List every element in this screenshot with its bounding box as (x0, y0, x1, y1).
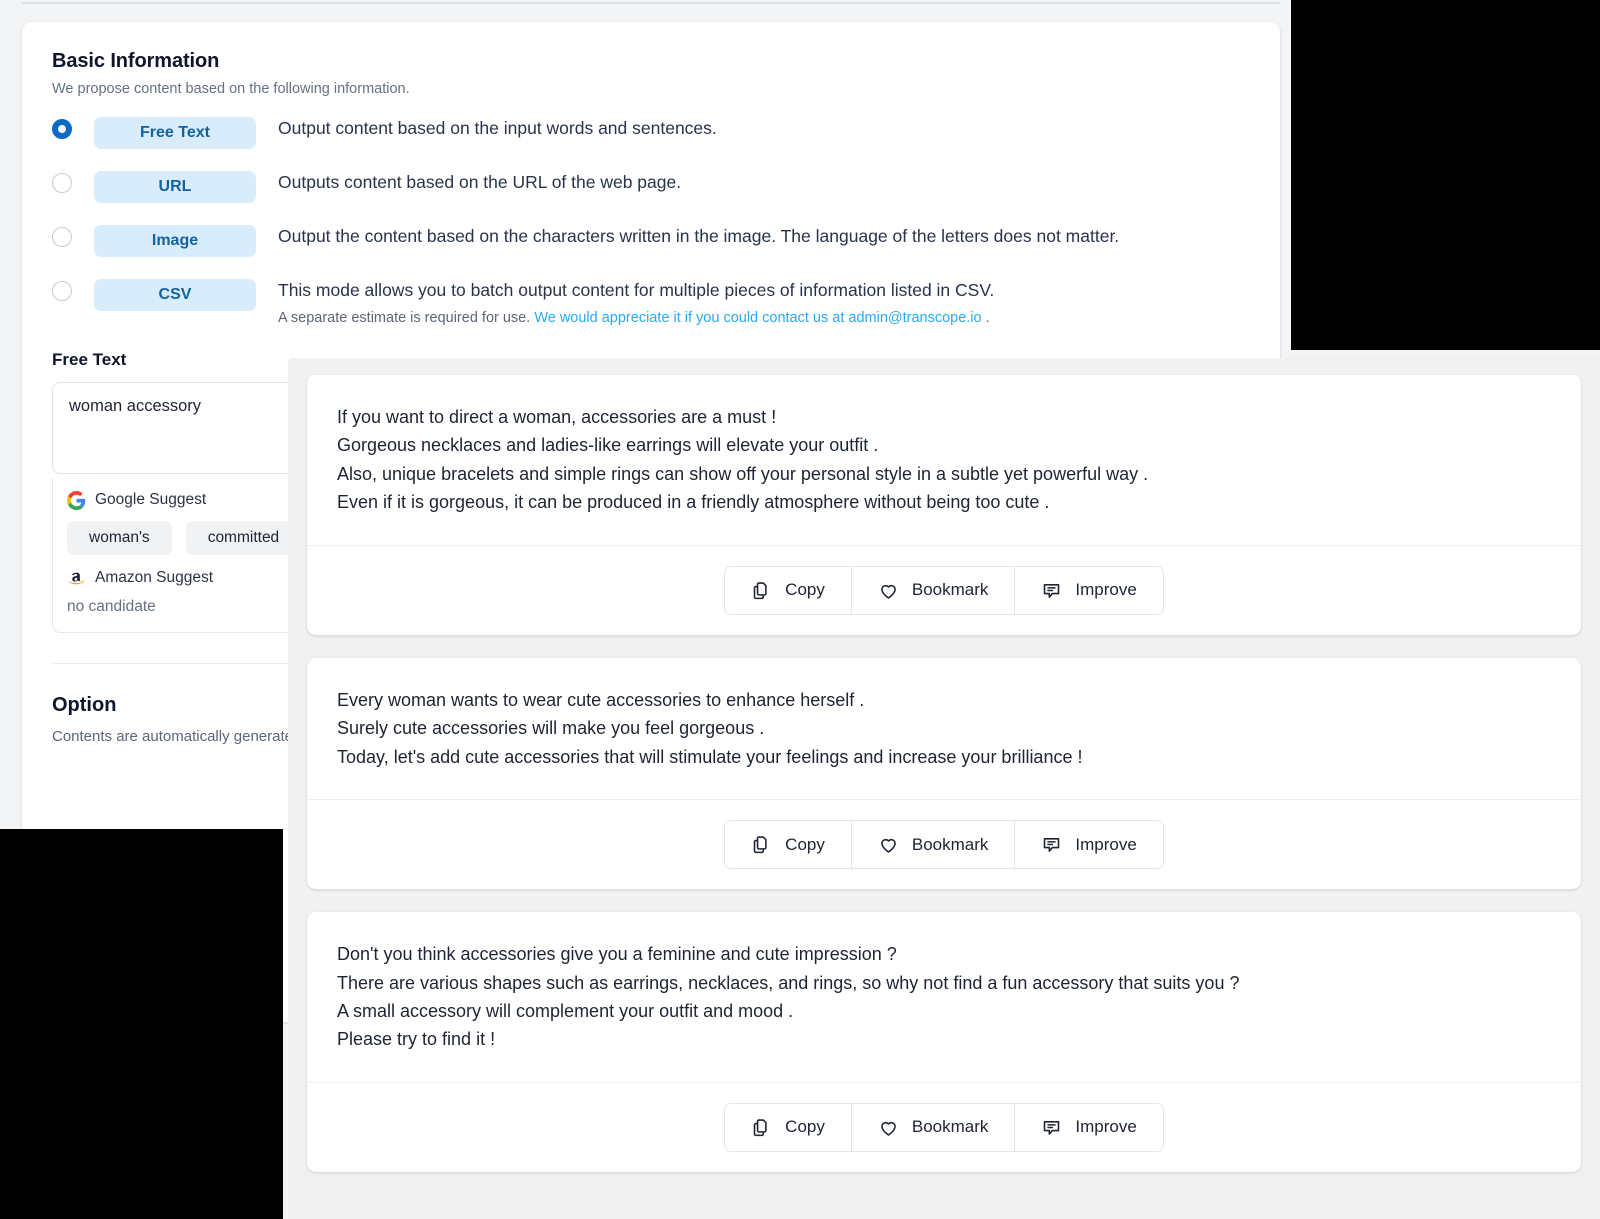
occlusion-block-bottom-left (0, 829, 283, 1219)
copy-label: Copy (785, 580, 825, 600)
result-text: Every woman wants to wear cute accessori… (307, 658, 1581, 799)
copy-label: Copy (785, 1117, 825, 1137)
bookmark-button[interactable]: Bookmark (851, 566, 1016, 614)
heart-icon (881, 1121, 896, 1136)
improve-label: Improve (1075, 834, 1137, 854)
bookmark-button[interactable]: Bookmark (851, 1103, 1016, 1151)
result-line: Today, let's add cute accessories that w… (337, 746, 1083, 767)
result-line: Please try to find it ! (337, 1029, 496, 1050)
top-divider (22, 2, 1280, 4)
mode-description-text: This mode allows you to batch output con… (278, 280, 995, 300)
result-line: Don't you think accessories give you a f… (337, 944, 897, 965)
comment-icon (1044, 1120, 1060, 1135)
result-card: Every woman wants to wear cute accessori… (307, 657, 1581, 890)
copy-label: Copy (785, 834, 825, 854)
improve-label: Improve (1075, 580, 1137, 600)
bookmark-label: Bookmark (911, 1117, 989, 1137)
improve-button[interactable]: Improve (1015, 821, 1163, 869)
radio-csv[interactable] (52, 281, 72, 301)
badge-url: URL (94, 171, 256, 203)
mode-radio-group: Free Text Output content based on the in… (52, 117, 1250, 326)
mode-description-text: Outputs content based on the URL of the … (278, 172, 682, 192)
bookmark-button[interactable]: Bookmark (851, 821, 1016, 869)
copy-icon (753, 1119, 767, 1136)
result-line: Surely cute accessories will make you fe… (337, 718, 765, 739)
result-card: If you want to direct a woman, accessori… (307, 375, 1581, 635)
result-actions: Copy Bookmark Improve (307, 800, 1581, 889)
occlusion-block-right (1291, 0, 1600, 350)
mode-description-text: Output content based on the input words … (278, 118, 717, 138)
suggest-chip[interactable]: committed (185, 520, 302, 555)
badge-csv: CSV (94, 279, 256, 311)
result-line: Every woman wants to wear cute accessori… (337, 689, 865, 710)
app-stage: Basic Information We propose content bas… (0, 0, 1600, 1219)
improve-button[interactable]: Improve (1015, 1103, 1163, 1151)
contact-link[interactable]: We would appreciate it if you could cont… (534, 310, 981, 326)
improve-label: Improve (1075, 1117, 1137, 1137)
copy-icon (753, 582, 767, 599)
action-group: Copy Bookmark Improve (724, 565, 1164, 615)
result-actions: Copy Bookmark Improve (307, 546, 1581, 635)
result-line: Even if it is gorgeous, it can be produc… (337, 492, 1050, 513)
page-title: Basic Information (52, 50, 220, 72)
radio-free-text[interactable] (52, 119, 72, 139)
radio-url[interactable] (52, 173, 72, 193)
action-group: Copy Bookmark Improve (724, 820, 1164, 870)
mode-description-image: Output the content based on the characte… (278, 225, 1119, 249)
result-text: If you want to direct a woman, accessori… (307, 375, 1581, 545)
page-subtitle: We propose content based on the followin… (52, 81, 410, 97)
mode-row-csv[interactable]: CSV This mode allows you to batch output… (52, 279, 1250, 326)
suggest-chip[interactable]: woman's (67, 520, 172, 555)
mode-description-url: Outputs content based on the URL of the … (278, 171, 681, 195)
copy-button[interactable]: Copy (725, 1103, 852, 1151)
copy-icon (753, 836, 767, 854)
mode-description-csv: This mode allows you to batch output con… (278, 279, 994, 326)
bookmark-label: Bookmark (911, 580, 989, 600)
csv-note-text: A separate estimate is required for use. (278, 309, 535, 326)
radio-image[interactable] (52, 227, 72, 247)
google-icon (67, 490, 86, 510)
mode-description-free-text: Output content based on the input words … (278, 117, 717, 141)
google-suggest-label: Google Suggest (95, 491, 207, 509)
result-line: Also, unique bracelets and simple rings … (337, 463, 1149, 484)
heart-icon (881, 584, 896, 599)
heart-icon (881, 839, 896, 853)
mode-description-text: Output the content based on the characte… (278, 226, 1120, 246)
copy-button[interactable]: Copy (725, 566, 852, 614)
mode-row-free-text[interactable]: Free Text Output content based on the in… (52, 117, 1250, 149)
result-text: Don't you think accessories give you a f… (307, 912, 1581, 1082)
mode-row-url[interactable]: URL Outputs content based on the URL of … (52, 171, 1250, 203)
csv-note: A separate estimate is required for use.… (278, 310, 994, 326)
badge-free-text: Free Text (94, 117, 256, 149)
action-group: Copy Bookmark Improve (724, 1102, 1164, 1152)
comment-icon (1044, 838, 1060, 852)
bookmark-label: Bookmark (911, 834, 989, 854)
amazon-suggest-label: Amazon Suggest (95, 569, 214, 587)
result-line: A small accessory will complement your o… (337, 1000, 794, 1021)
csv-note-tail: . (981, 309, 990, 326)
result-line: If you want to direct a woman, accessori… (337, 407, 777, 427)
copy-button[interactable]: Copy (725, 821, 852, 869)
result-actions: Copy Bookmark Improve (307, 1083, 1581, 1172)
badge-image: Image (94, 225, 256, 257)
amazon-icon (68, 572, 84, 584)
mode-row-image[interactable]: Image Output the content based on the ch… (52, 225, 1250, 257)
result-line: There are various shapes such as earring… (337, 972, 1240, 993)
result-card: Don't you think accessories give you a f… (307, 912, 1581, 1172)
result-line: Gorgeous necklaces and ladies-like earri… (337, 435, 879, 456)
results-panel: If you want to direct a woman, accessori… (288, 358, 1600, 1219)
comment-icon (1044, 583, 1060, 598)
improve-button[interactable]: Improve (1015, 566, 1163, 614)
